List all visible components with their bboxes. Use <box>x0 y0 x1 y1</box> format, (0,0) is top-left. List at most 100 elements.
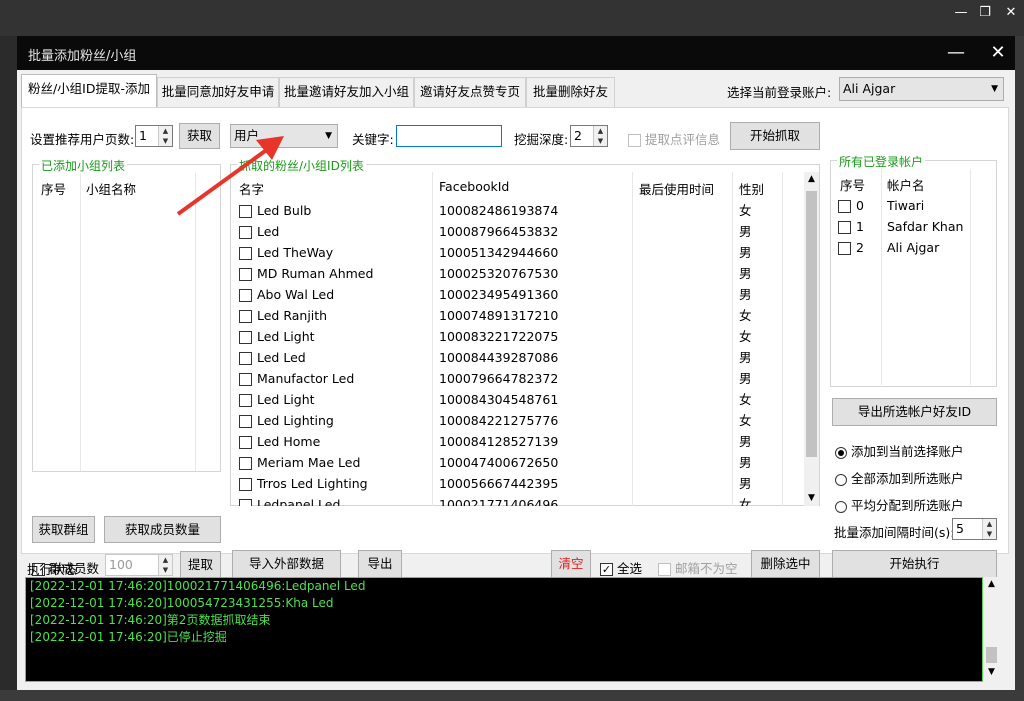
spin-arrows-icon[interactable]: ▲ ▼ <box>593 126 607 146</box>
checkbox-icon[interactable] <box>838 242 851 255</box>
scroll-down-icon[interactable]: ▼ <box>983 667 1000 677</box>
depth-label: 挖掘深度: <box>514 132 569 147</box>
minimize-button[interactable]: — <box>942 40 970 66</box>
scroll-thumb[interactable] <box>986 647 997 663</box>
cell-id: 100079664782372 <box>439 371 559 386</box>
pages-stepper[interactable]: 1 ▲ ▼ <box>135 125 173 147</box>
cell-id: 100074891317210 <box>439 308 559 323</box>
log-line: [2022-12-01 17:46:20]第2页数据抓取结束 <box>30 613 271 627</box>
close-button[interactable]: ✕ <box>984 40 1012 66</box>
accounts-panel-title: 所有已登录帐户 <box>837 153 926 170</box>
table-row[interactable]: Led Bulb 100082486193874 女 <box>231 200 805 221</box>
table-row[interactable]: Trros Led Lighting 100056667442395 男 <box>231 473 805 494</box>
radio-current-account[interactable]: 添加到当前选择账户 <box>835 441 964 460</box>
checkbox-icon[interactable] <box>239 268 252 281</box>
checkbox-icon[interactable] <box>239 499 252 506</box>
import-button[interactable]: 导入外部数据 <box>232 550 341 578</box>
select-all-checkbox[interactable]: 全选 <box>600 558 642 577</box>
checkbox-icon[interactable] <box>239 247 252 260</box>
email-checkbox[interactable]: 邮箱不为空 <box>658 558 738 577</box>
groups-col-name: 小组名称 <box>86 182 137 197</box>
col-divider <box>80 173 81 471</box>
os-close-icon[interactable]: ✕ <box>998 2 1024 24</box>
tab-fans-extract[interactable]: 粉丝/小组ID提取-添加 <box>21 74 157 108</box>
get-members-button[interactable]: 获取成员数量 <box>104 516 221 543</box>
checkbox-icon[interactable] <box>239 394 252 407</box>
log-scrollbar[interactable]: ▲ ▼ <box>983 577 1000 682</box>
account-row[interactable]: 2 Ali Ajgar <box>831 237 996 258</box>
cell-name: Manufactor Led <box>257 371 355 386</box>
os-restore-icon[interactable]: ❐ <box>972 2 998 24</box>
cell-name: Led Ranjith <box>257 308 328 323</box>
account-row[interactable]: 0 Tiwari <box>831 195 996 216</box>
status-title: 执行状态 <box>27 562 78 577</box>
cell-name: Trros Led Lighting <box>257 476 368 491</box>
tab-accept-friends[interactable]: 批量同意加好友申请 <box>157 77 279 107</box>
tab-delete-friends[interactable]: 批量删除好友 <box>526 77 615 107</box>
checkbox-icon[interactable] <box>239 415 252 428</box>
extract-button[interactable]: 提取 <box>180 551 221 578</box>
table-row[interactable]: Led Ranjith 100074891317210 女 <box>231 305 805 326</box>
table-row[interactable]: Meriam Mae Led 100047400672650 男 <box>231 452 805 473</box>
table-row[interactable]: Ledpanel Led 100021771406496 女 <box>231 494 805 506</box>
spin-arrows-icon[interactable]: ▲ ▼ <box>158 555 172 575</box>
spin-arrows-icon[interactable]: ▲ ▼ <box>158 126 172 146</box>
checkbox-icon[interactable] <box>838 221 851 234</box>
checkbox-checked-icon <box>600 563 613 576</box>
scroll-up-icon[interactable]: ▲ <box>804 174 819 184</box>
checkbox-icon[interactable] <box>239 436 252 449</box>
table-row[interactable]: MD Ruman Ahmed 100025320767530 男 <box>231 263 805 284</box>
checkbox-icon <box>628 134 641 147</box>
fans-scrollbar[interactable]: ▲ ▼ <box>804 172 819 506</box>
checkbox-icon[interactable] <box>239 331 252 344</box>
cell-name: Abo Wal Led <box>257 287 335 302</box>
scroll-down-icon[interactable]: ▼ <box>804 493 819 503</box>
table-row[interactable]: Led Light 100084304548761 女 <box>231 389 805 410</box>
checkbox-icon[interactable] <box>239 457 252 470</box>
get-groups-button[interactable]: 获取群组 <box>32 516 95 543</box>
export-button[interactable]: 导出 <box>358 550 402 578</box>
tab-invite-group[interactable]: 批量邀请好友加入小组 <box>279 77 414 107</box>
cell-id: 100084439287086 <box>439 350 559 365</box>
keyword-input[interactable] <box>396 125 502 147</box>
radio-split-accounts[interactable]: 平均分配到所选账户 <box>835 495 964 514</box>
interval-stepper[interactable]: 5 ▲ ▼ <box>952 518 997 540</box>
account-select[interactable]: Ali Ajgar ▼ <box>839 77 1004 101</box>
account-name: Ali Ajgar <box>887 240 940 255</box>
table-row[interactable]: Led Lighting 100084221275776 女 <box>231 410 805 431</box>
checkbox-icon[interactable] <box>239 289 252 302</box>
table-row[interactable]: Led 100087966453832 男 <box>231 221 805 242</box>
checkbox-icon[interactable] <box>239 478 252 491</box>
os-minimize-icon[interactable]: — <box>948 2 974 24</box>
delete-selected-button[interactable]: 删除选中 <box>751 550 820 578</box>
execute-button[interactable]: 开始执行 <box>832 550 997 578</box>
table-row[interactable]: Manufactor Led 100079664782372 男 <box>231 368 805 389</box>
checkbox-icon[interactable] <box>838 200 851 213</box>
table-row[interactable]: Led TheWay 100051342944660 男 <box>231 242 805 263</box>
checkbox-icon[interactable] <box>239 373 252 386</box>
depth-stepper[interactable]: 2 ▲ ▼ <box>570 125 608 147</box>
account-row[interactable]: 1 Safdar Khan <box>831 216 996 237</box>
checkbox-icon[interactable] <box>239 352 252 365</box>
checkbox-icon[interactable] <box>239 226 252 239</box>
cell-gender: 男 <box>739 476 752 491</box>
tab-invite-like[interactable]: 邀请好友点赞专页 <box>414 77 526 107</box>
account-name: Safdar Khan <box>887 219 964 234</box>
review-checkbox[interactable]: 提取点评信息 <box>628 129 720 148</box>
table-row[interactable]: Led Light 100083221722075 女 <box>231 326 805 347</box>
spin-arrows-icon[interactable]: ▲ ▼ <box>982 519 996 539</box>
table-row[interactable]: Led Home 100084128527139 男 <box>231 431 805 452</box>
radio-all-accounts[interactable]: 全部添加到所选账户 <box>835 468 964 487</box>
select-all-label: 全选 <box>616 561 642 576</box>
export-friends-button[interactable]: 导出所选帐户好友ID <box>832 398 997 426</box>
scroll-thumb[interactable] <box>806 191 817 457</box>
table-row[interactable]: Abo Wal Led 100023495491360 男 <box>231 284 805 305</box>
member-count-stepper[interactable]: 100 ▲ ▼ <box>105 554 173 576</box>
table-row[interactable]: Led Led 100084439287086 男 <box>231 347 805 368</box>
checkbox-icon[interactable] <box>239 310 252 323</box>
clear-button[interactable]: 清空 <box>551 550 591 578</box>
scroll-up-icon[interactable]: ▲ <box>983 579 1000 589</box>
start-scrape-button[interactable]: 开始抓取 <box>730 122 820 150</box>
status-log: [2022-12-01 17:46:20]100021771406496:Led… <box>25 577 983 682</box>
cell-gender: 男 <box>739 245 752 260</box>
